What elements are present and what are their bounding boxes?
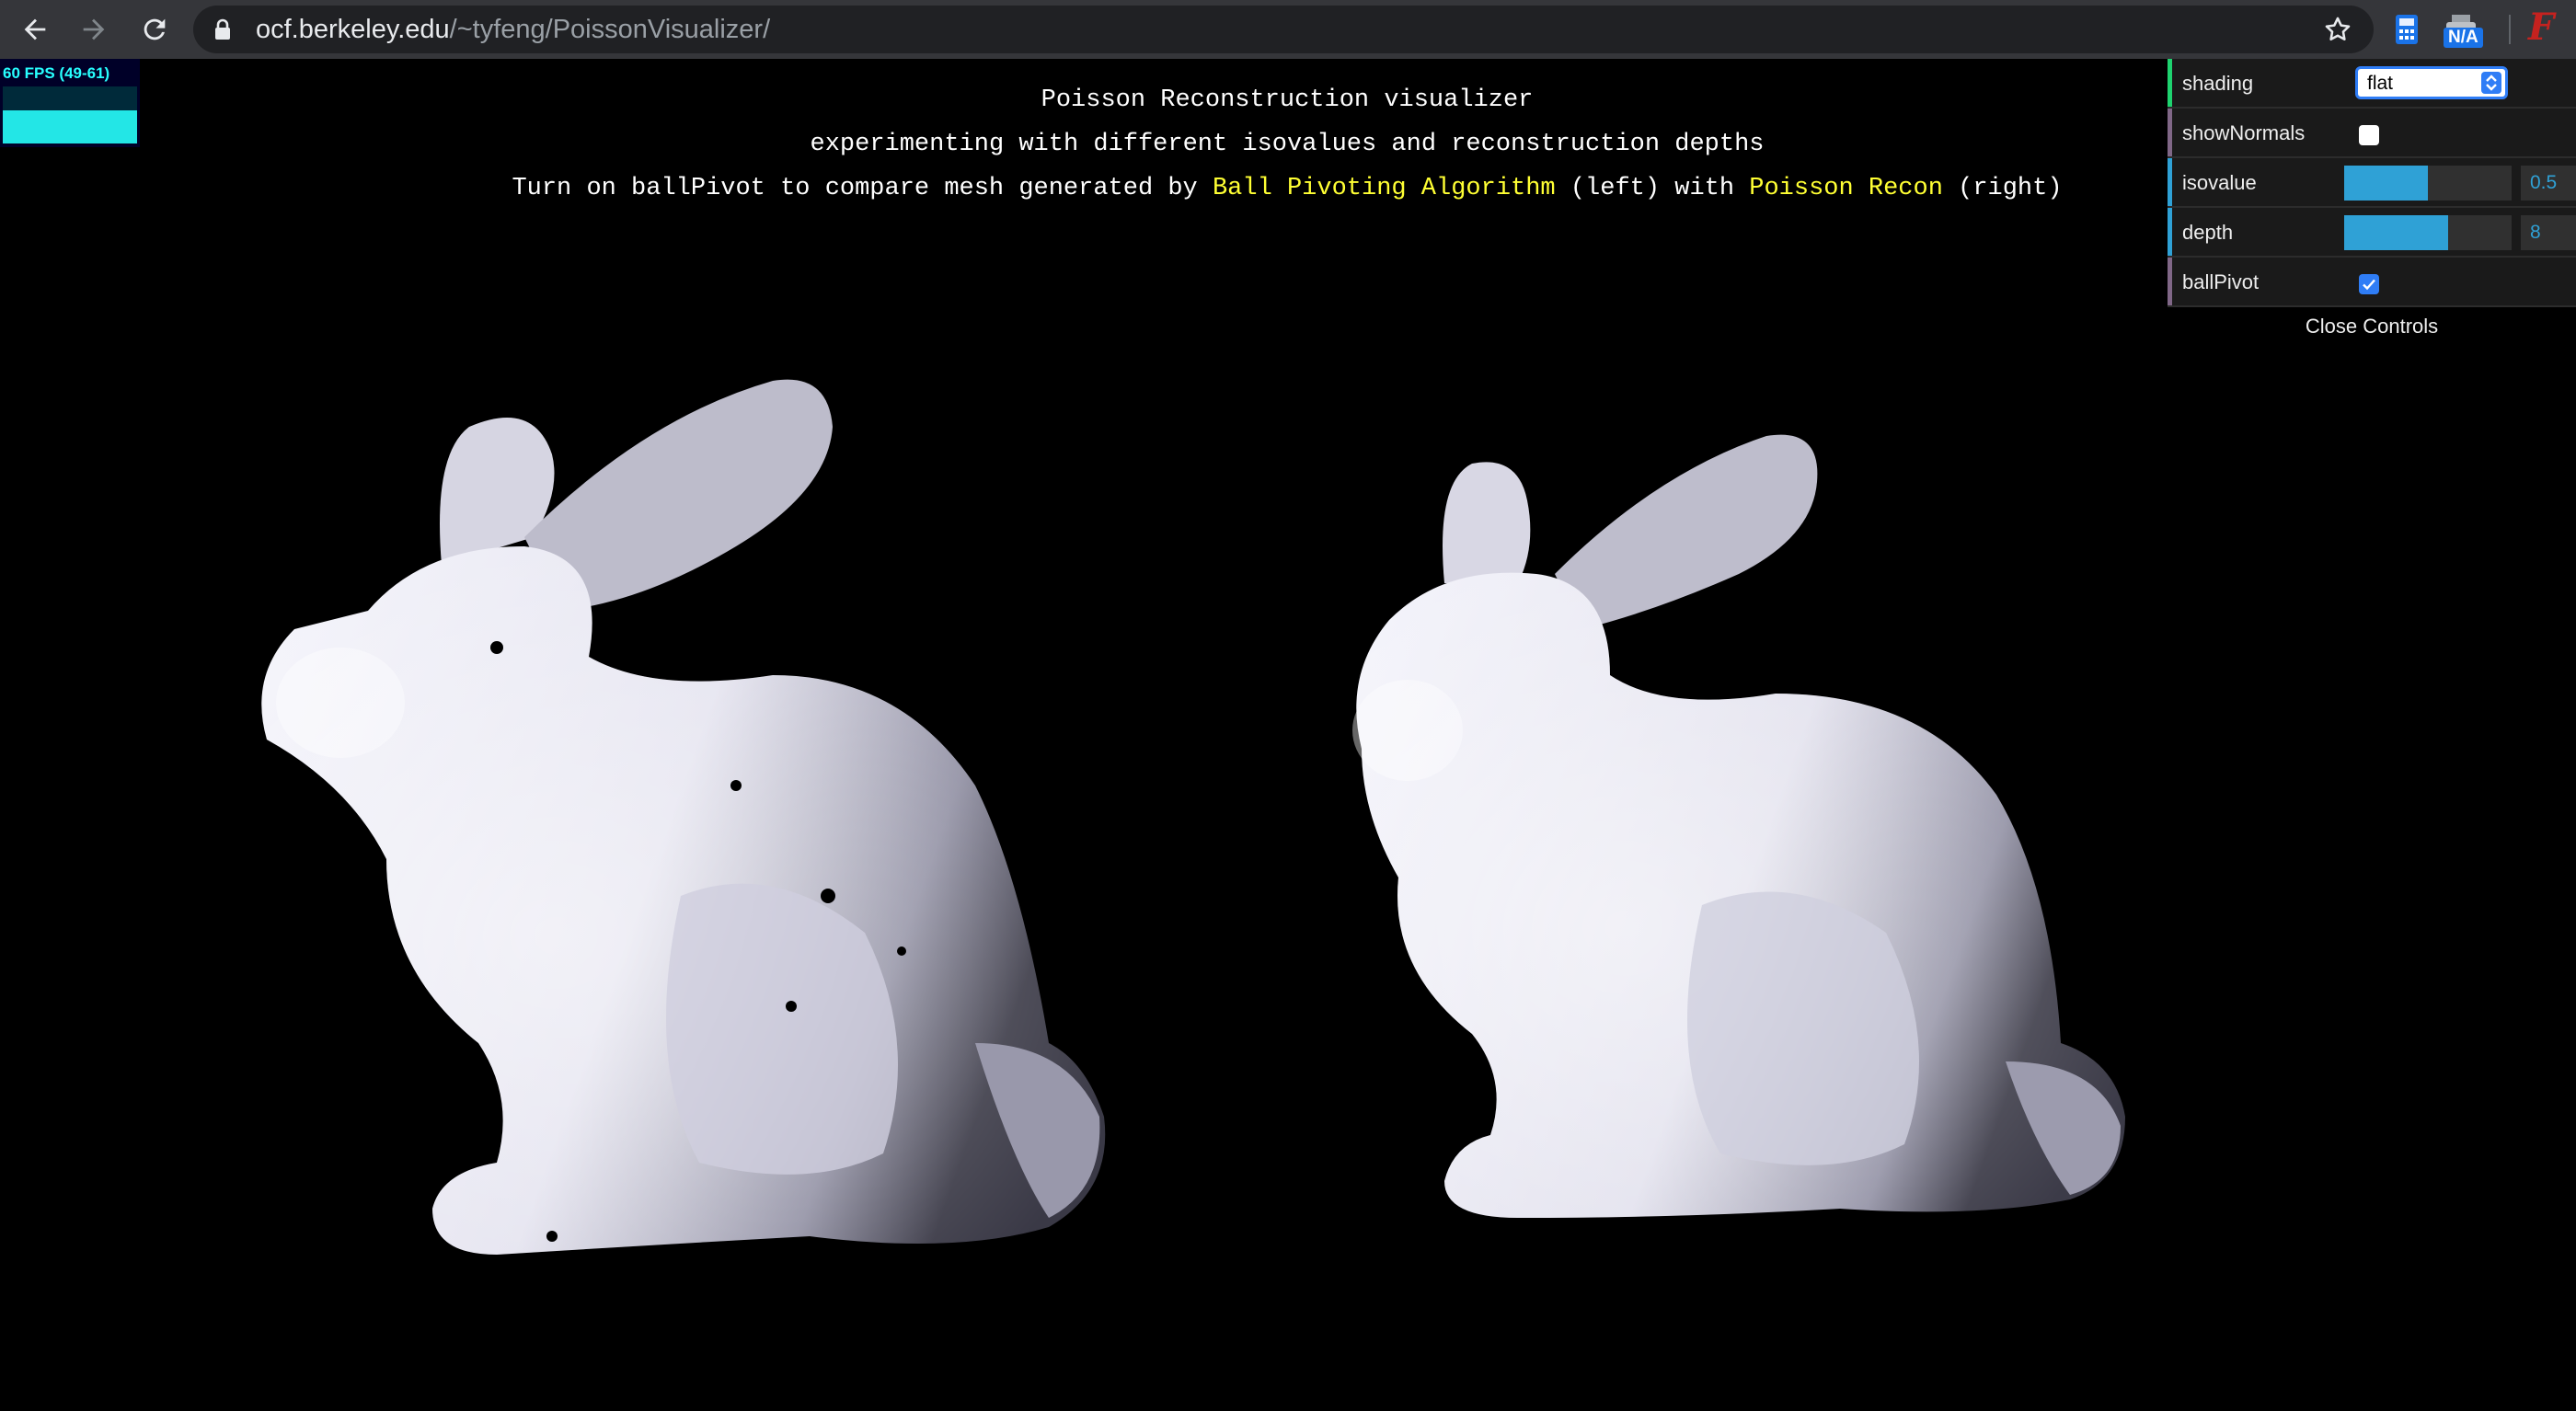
shading-select-value: flat bbox=[2367, 73, 2394, 94]
back-button[interactable] bbox=[13, 7, 57, 52]
checkmark-icon bbox=[2363, 279, 2375, 291]
depth-stripe bbox=[2168, 208, 2172, 256]
url-path: /~tyfeng/PoissonVisualizer/ bbox=[449, 15, 771, 44]
depth-number-input[interactable]: 8 bbox=[2521, 215, 2576, 250]
star-icon[interactable] bbox=[2322, 14, 2353, 45]
depth-slider-fill bbox=[2344, 215, 2448, 250]
select-arrows-icon bbox=[2481, 72, 2501, 94]
shading-stripe bbox=[2168, 59, 2172, 107]
extension-f-icon[interactable]: F bbox=[2528, 6, 2554, 49]
close-controls-button[interactable]: Close Controls bbox=[2168, 307, 2576, 348]
isovalue-label: isovalue bbox=[2182, 171, 2257, 194]
depth-label: depth bbox=[2182, 221, 2234, 244]
forward-button[interactable] bbox=[72, 7, 116, 52]
bunny-mesh-poisson[interactable] bbox=[1352, 362, 2245, 1291]
address-bar[interactable]: ocf.berkeley.edu/~tyfeng/PoissonVisualiz… bbox=[193, 6, 2374, 53]
url-domain: ocf.berkeley.edu bbox=[256, 15, 450, 44]
instructions-mid: (left) with bbox=[1555, 175, 1750, 202]
arrow-right-icon bbox=[83, 18, 105, 40]
arrow-left-icon bbox=[24, 18, 46, 40]
isovalue-slider-fill bbox=[2344, 166, 2428, 201]
depth-slider[interactable] bbox=[2344, 215, 2512, 250]
fps-text: 60 FPS (49-61) bbox=[3, 64, 110, 82]
show-normals-control: showNormals bbox=[2168, 109, 2576, 158]
isovalue-value: 0.5 bbox=[2530, 172, 2558, 193]
instructions-prefix: Turn on ballPivot to compare mesh genera… bbox=[512, 175, 1213, 202]
isovalue-stripe bbox=[2168, 158, 2172, 206]
reload-button[interactable] bbox=[132, 7, 177, 52]
bpa-highlight: Ball Pivoting Algorithm bbox=[1212, 175, 1556, 202]
webgl-viewport[interactable]: 60 FPS (49-61) Poisson Reconstruction vi… bbox=[0, 59, 2576, 1411]
toolbar-divider bbox=[2509, 15, 2511, 44]
show-normals-label: showNormals bbox=[2182, 121, 2306, 144]
isovalue-slider[interactable] bbox=[2344, 166, 2512, 201]
ball-pivot-control: ballPivot bbox=[2168, 258, 2576, 307]
shading-select[interactable]: flat bbox=[2355, 66, 2508, 99]
instructions-suffix: (right) bbox=[1942, 175, 2063, 202]
ball-pivot-stripe bbox=[2168, 258, 2172, 305]
browser-toolbar: ocf.berkeley.edu/~tyfeng/PoissonVisualiz… bbox=[0, 0, 2576, 59]
shading-control: shading flat bbox=[2168, 59, 2576, 109]
extension-calculator-icon[interactable] bbox=[2388, 9, 2425, 50]
depth-control: depth 8 bbox=[2168, 208, 2576, 258]
depth-value: 8 bbox=[2530, 222, 2541, 243]
ball-pivot-label: ballPivot bbox=[2182, 270, 2260, 293]
url-text[interactable]: ocf.berkeley.edu/~tyfeng/PoissonVisualiz… bbox=[256, 15, 770, 44]
isovalue-control: isovalue 0.5 bbox=[2168, 158, 2576, 208]
reload-icon bbox=[144, 18, 166, 40]
isovalue-number-input[interactable]: 0.5 bbox=[2521, 166, 2576, 201]
poisson-highlight: Poisson Recon bbox=[1749, 175, 1943, 202]
show-normals-stripe bbox=[2168, 109, 2172, 156]
lock-icon bbox=[215, 18, 230, 40]
calculator-icon bbox=[2396, 15, 2418, 44]
extension-badge: N/A bbox=[2444, 28, 2483, 48]
shading-label: shading bbox=[2182, 72, 2254, 95]
ball-pivot-checkbox[interactable] bbox=[2359, 274, 2379, 294]
show-normals-checkbox[interactable] bbox=[2359, 125, 2379, 145]
bunny-mesh-ball-pivot[interactable] bbox=[258, 307, 1270, 1328]
controls-panel: shading flat showNormals isovalue 0.5 de… bbox=[2168, 59, 2576, 348]
